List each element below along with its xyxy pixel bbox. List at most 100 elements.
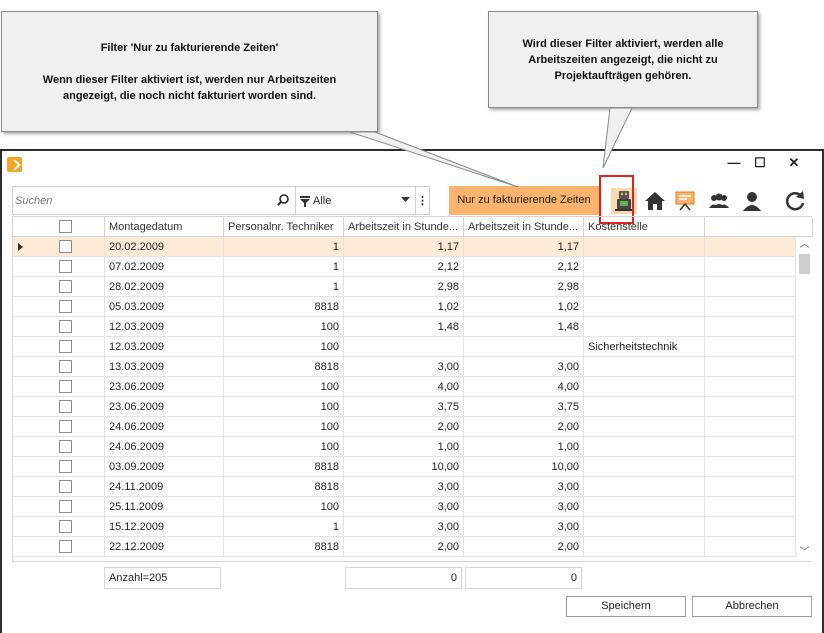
cell-hours-1[interactable]: 4,00 [344, 377, 464, 397]
cell-cost-center[interactable] [584, 377, 705, 397]
table-row[interactable]: 12.03.2009 100 1,48 1,48 [13, 317, 796, 337]
table-row[interactable]: 24.06.2009 100 2,00 2,00 [13, 417, 796, 437]
row-checkbox[interactable] [59, 480, 72, 493]
cell-cost-center[interactable] [584, 477, 705, 497]
row-checkbox[interactable] [59, 520, 72, 533]
table-row[interactable]: 25.11.2009 100 3,00 3,00 [13, 497, 796, 517]
cell-technician[interactable]: 8818 [224, 297, 344, 317]
cell-cost-center[interactable] [584, 417, 705, 437]
scroll-down-icon[interactable]: ﹀ [799, 547, 810, 558]
cell-select[interactable] [13, 537, 105, 557]
cell-date[interactable]: 23.06.2009 [105, 377, 224, 397]
cell-hours-2[interactable]: 3,75 [464, 397, 584, 417]
column-header-technician[interactable]: Personalnr. Techniker [224, 217, 344, 237]
cell-hours-2[interactable] [464, 337, 584, 357]
cell-hours-1[interactable]: 3,00 [344, 497, 464, 517]
minimize-button[interactable]: — [720, 153, 748, 173]
row-checkbox[interactable] [59, 440, 72, 453]
cell-hours-2[interactable]: 1,02 [464, 297, 584, 317]
cell-select[interactable] [13, 297, 105, 317]
cell-cost-center[interactable] [584, 517, 705, 537]
select-all-checkbox[interactable] [59, 220, 72, 233]
cell-select[interactable] [13, 397, 105, 417]
cell-technician[interactable]: 100 [224, 397, 344, 417]
cancel-button[interactable]: Abbrechen [692, 596, 812, 617]
row-checkbox[interactable] [59, 300, 72, 313]
cell-cost-center[interactable] [584, 457, 705, 477]
cell-date[interactable]: 28.02.2009 [105, 277, 224, 297]
cell-technician[interactable]: 100 [224, 317, 344, 337]
table-row[interactable]: 22.12.2009 8818 2,00 2,00 [13, 537, 796, 557]
cell-technician[interactable]: 100 [224, 497, 344, 517]
table-row[interactable]: 13.03.2009 8818 3,00 3,00 [13, 357, 796, 377]
cell-technician[interactable]: 1 [224, 257, 344, 277]
cell-hours-2[interactable]: 10,00 [464, 457, 584, 477]
cell-cost-center[interactable] [584, 357, 705, 377]
scroll-up-icon[interactable]: ︿ [799, 239, 810, 250]
vertical-scrollbar[interactable]: ︿ ﹀ [796, 237, 813, 562]
group-icon[interactable] [707, 189, 731, 213]
cell-hours-1[interactable]: 1,17 [344, 237, 464, 257]
cell-hours-1[interactable]: 2,00 [344, 417, 464, 437]
cell-technician[interactable]: 1 [224, 277, 344, 297]
cell-hours-2[interactable]: 2,00 [464, 417, 584, 437]
cell-hours-2[interactable]: 1,00 [464, 437, 584, 457]
cell-hours-1[interactable]: 1,02 [344, 297, 464, 317]
table-row[interactable]: 20.02.2009 1 1,17 1,17 [13, 237, 796, 257]
cell-cost-center[interactable] [584, 277, 705, 297]
cell-date[interactable]: 12.03.2009 [105, 337, 224, 357]
row-checkbox[interactable] [59, 500, 72, 513]
cell-select[interactable] [13, 417, 105, 437]
cell-hours-2[interactable]: 4,00 [464, 377, 584, 397]
cell-select[interactable] [13, 317, 105, 337]
cell-cost-center[interactable] [584, 497, 705, 517]
cell-hours-1[interactable]: 3,75 [344, 397, 464, 417]
cell-date[interactable]: 07.02.2009 [105, 257, 224, 277]
column-header-cost-center[interactable]: Kostenstelle [584, 217, 705, 237]
row-checkbox[interactable] [59, 420, 72, 433]
cell-technician[interactable]: 8818 [224, 477, 344, 497]
cell-technician[interactable]: 8818 [224, 357, 344, 377]
user-icon[interactable] [740, 189, 764, 213]
cell-select[interactable] [13, 237, 105, 257]
row-checkbox[interactable] [59, 260, 72, 273]
cell-hours-1[interactable]: 10,00 [344, 457, 464, 477]
row-checkbox[interactable] [59, 380, 72, 393]
cell-select[interactable] [13, 517, 105, 537]
scroll-thumb[interactable] [799, 254, 810, 274]
cell-select[interactable] [13, 377, 105, 397]
cell-select[interactable] [13, 277, 105, 297]
cell-hours-2[interactable]: 3,00 [464, 477, 584, 497]
cell-hours-1[interactable]: 3,00 [344, 357, 464, 377]
refresh-icon[interactable] [783, 189, 807, 213]
column-header-hours-2[interactable]: Arbeitszeit in Stunde... [464, 217, 584, 237]
cell-cost-center[interactable] [584, 257, 705, 277]
table-row[interactable]: 23.06.2009 100 3,75 3,75 [13, 397, 796, 417]
row-checkbox[interactable] [59, 280, 72, 293]
cell-hours-2[interactable]: 1,17 [464, 237, 584, 257]
cell-date[interactable]: 23.06.2009 [105, 397, 224, 417]
cell-date[interactable]: 03.09.2009 [105, 457, 224, 477]
cell-technician[interactable]: 100 [224, 337, 344, 357]
cell-cost-center[interactable] [584, 537, 705, 557]
cell-cost-center[interactable] [584, 317, 705, 337]
row-checkbox[interactable] [59, 360, 72, 373]
filter-select[interactable]: Alle [296, 186, 416, 215]
cell-technician[interactable]: 8818 [224, 457, 344, 477]
cell-technician[interactable]: 100 [224, 417, 344, 437]
table-row[interactable]: 23.06.2009 100 4,00 4,00 [13, 377, 796, 397]
cell-cost-center[interactable] [584, 237, 705, 257]
cell-cost-center[interactable] [584, 297, 705, 317]
maximize-button[interactable]: ☐ [746, 153, 774, 173]
cell-hours-1[interactable]: 3,00 [344, 517, 464, 537]
table-row[interactable]: 07.02.2009 1 2,12 2,12 [13, 257, 796, 277]
table-row[interactable]: 28.02.2009 1 2,98 2,98 [13, 277, 796, 297]
cell-hours-2[interactable]: 3,00 [464, 357, 584, 377]
column-header-date[interactable]: Montagedatum [105, 217, 224, 237]
cell-hours-1[interactable]: 2,12 [344, 257, 464, 277]
row-checkbox[interactable] [59, 400, 72, 413]
column-header-hours-1[interactable]: Arbeitszeit in Stunde... [344, 217, 464, 237]
table-row[interactable]: 12.03.2009 100 Sicherheitstechnik [13, 337, 796, 357]
cell-select[interactable] [13, 257, 105, 277]
table-row[interactable]: 24.11.2009 8818 3,00 3,00 [13, 477, 796, 497]
